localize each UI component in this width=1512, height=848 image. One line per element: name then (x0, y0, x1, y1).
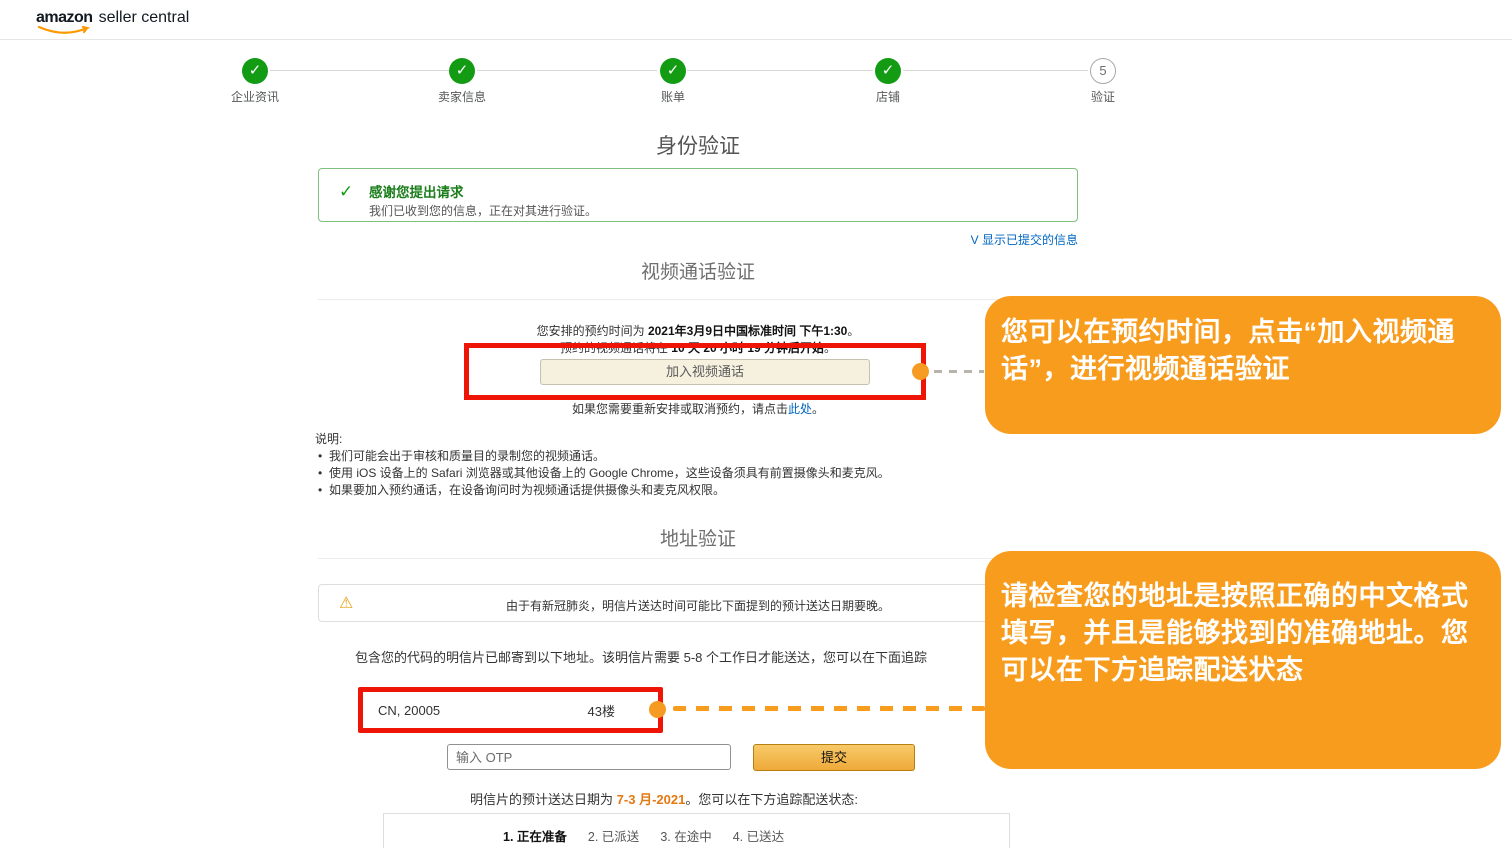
success-check-icon: ✓ (339, 182, 353, 202)
step-1-check-icon[interactable]: ✓ (242, 58, 268, 84)
step-3-check-icon[interactable]: ✓ (660, 58, 686, 84)
note-item: 使用 iOS 设备上的 Safari 浏览器或其他设备上的 Google Chr… (315, 465, 890, 482)
reschedule-prefix: 如果您需要重新安排或取消预约，请点击 (572, 402, 788, 416)
page-title: 身份验证 (318, 130, 1078, 160)
step-3-label: 账单 (613, 88, 733, 105)
step-4-label: 店铺 (828, 88, 948, 105)
address-card-divider (318, 558, 1078, 559)
address-section-title: 地址验证 (318, 524, 1078, 551)
delivery-date-value: 7-3 月-2021 (617, 792, 686, 807)
address-floor: 43楼 (588, 701, 615, 720)
reschedule-line: 如果您需要重新安排或取消预约，请点击此处。 (318, 400, 1078, 417)
top-navbar: amazon seller central (0, 0, 1512, 40)
otp-input[interactable] (447, 744, 731, 770)
seller-central-logo-text: seller central (99, 9, 190, 27)
status-step-delivered: 4. 已送达 (733, 826, 784, 845)
video-call-section-title: 视频通话验证 (318, 257, 1078, 284)
step-2-label: 卖家信息 (402, 88, 522, 105)
appointment-suffix: 。 (847, 324, 859, 338)
annotation-red-box-join-button (464, 343, 926, 400)
stepper-connector (270, 70, 449, 71)
callout-dashed-line (673, 706, 985, 711)
step-1-label: 企业资讯 (195, 88, 315, 105)
status-step-dispatched: 2. 已派送 (588, 826, 639, 845)
mailing-address-row: CN, 20005 43楼 (358, 687, 663, 733)
show-submitted-info-link[interactable]: V 显示已提交的信息 (318, 231, 1078, 248)
delivery-prefix: 明信片的预计送达日期为 (470, 792, 617, 807)
postcard-info-text: 包含您的代码的明信片已邮寄到以下地址。该明信片需要 5-8 个工作日才能送达，您… (355, 647, 995, 666)
address-country-zip: CN, 20005 (378, 703, 440, 718)
status-step-preparing: 1. 正在准备 (503, 826, 567, 845)
identity-verification-page: amazon seller central ✓ 企业资讯 ✓ 卖家信息 ✓ 账单… (0, 0, 1512, 848)
success-banner-title: 感谢您提出请求 (369, 181, 464, 201)
notes-block: 说明: 我们可能会出于审核和质量目的录制您的视频通话。 使用 iOS 设备上的 … (315, 431, 890, 499)
stepper-connector (903, 70, 1088, 71)
step-2-check-icon[interactable]: ✓ (449, 58, 475, 84)
warning-text: 由于有新冠肺炎，明信片送达时间可能比下面提到的预计送达日期要晚。 (319, 597, 1077, 614)
step-5-label: 验证 (1043, 88, 1163, 105)
address-annotation-callout: 请检查您的地址是按照正确的中文格式填写，并且是能够找到的准确地址。您可以在下方追… (985, 551, 1501, 769)
reschedule-suffix: 。 (812, 402, 824, 416)
delivery-status-steps: 1. 正在准备 2. 已派送 3. 在途中 4. 已送达 (503, 826, 784, 845)
reschedule-here-link[interactable]: 此处 (788, 402, 812, 416)
step-4-check-icon[interactable]: ✓ (875, 58, 901, 84)
video-card-divider (318, 299, 1078, 300)
step-5-number-badge[interactable]: 5 (1090, 58, 1116, 84)
video-call-annotation-callout: 您可以在预约时间，点击“加入视频通话”，进行视频通话验证 (985, 296, 1501, 434)
appointment-time-line: 您安排的预约时间为 2021年3月9日中国标准时间 下午1:30。 (318, 322, 1078, 339)
submit-otp-button[interactable]: 提交 (753, 744, 915, 771)
appointment-prefix: 您安排的预约时间为 (537, 324, 648, 338)
note-item: 我们可能会出于审核和质量目的录制您的视频通话。 (315, 448, 890, 465)
covid-warning-banner: ⚠ 由于有新冠肺炎，明信片送达时间可能比下面提到的预计送达日期要晚。 (318, 584, 1078, 622)
success-banner-message: 我们已收到您的信息，正在对其进行验证。 (369, 202, 597, 219)
stepper-connector (687, 70, 873, 71)
callout-dashed-line (934, 370, 984, 373)
delivery-estimate-line: 明信片的预计送达日期为 7-3 月-2021。您可以在下方追踪配送状态: (318, 789, 1010, 808)
amazon-smile-icon (37, 25, 91, 36)
status-step-in-transit: 3. 在途中 (660, 826, 711, 845)
note-item: 如果要加入预约通话，在设备询问时为视频通话提供摄像头和麦克风权限。 (315, 482, 890, 499)
success-banner: ✓ 感谢您提出请求 我们已收到您的信息，正在对其进行验证。 (318, 168, 1078, 222)
delivery-suffix: 。您可以在下方追踪配送状态: (685, 792, 858, 807)
callout-pointer-dot (649, 701, 666, 718)
appointment-time-value: 2021年3月9日中国标准时间 下午1:30 (648, 324, 847, 338)
stepper-connector (477, 70, 657, 71)
notes-title: 说明: (315, 431, 890, 448)
callout-pointer-dot (912, 363, 929, 380)
amazon-seller-central-logo[interactable]: amazon seller central (36, 9, 189, 27)
